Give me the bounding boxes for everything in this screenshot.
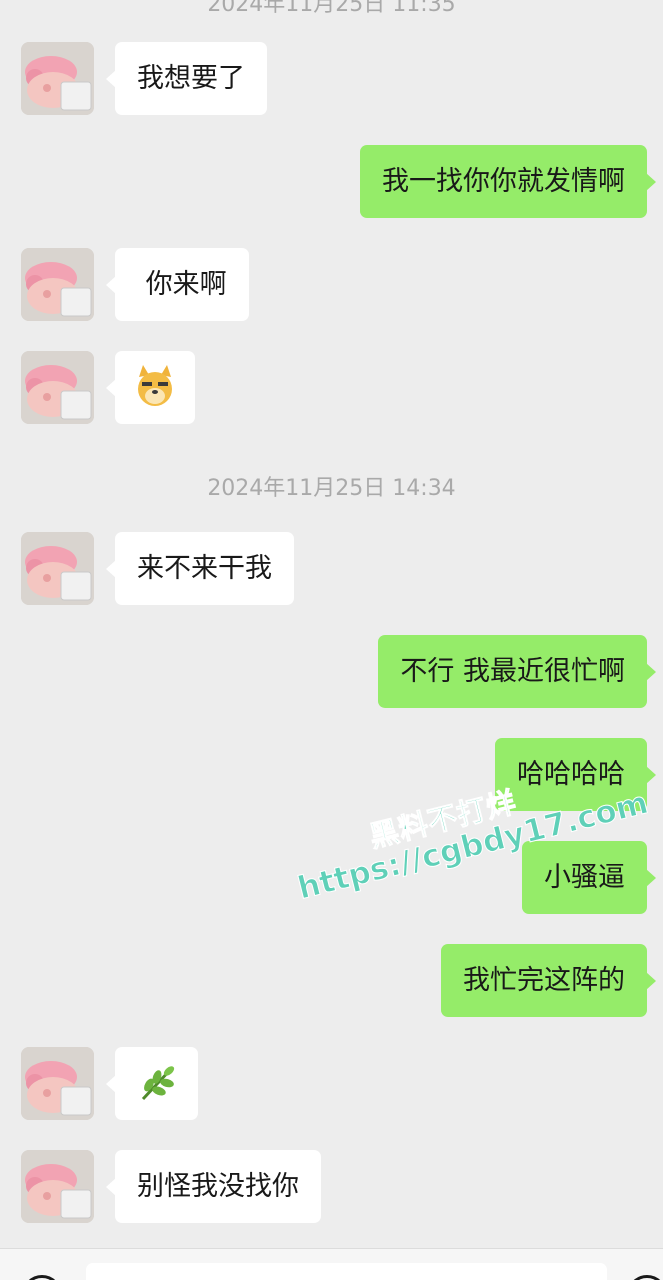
avatar[interactable] xyxy=(21,1150,94,1223)
avatar[interactable] xyxy=(21,532,94,605)
message-bubble[interactable]: 我一找你你就发情啊 xyxy=(360,145,656,218)
chat-area[interactable]: 2024年11月25日 11:35 我想要了 我一找你你就发情啊 你来啊 202… xyxy=(0,0,663,1248)
message-bubble[interactable]: 别怪我没找你 xyxy=(106,1150,321,1223)
message-bubble[interactable]: 我想要了 xyxy=(106,42,267,115)
message-bubble[interactable]: 我忙完这阵的 xyxy=(441,944,656,1017)
add-icon[interactable] xyxy=(627,1275,663,1280)
message-bubble[interactable]: 来不来干我 xyxy=(106,532,294,605)
message-bubble[interactable]: 你来啊 xyxy=(106,248,249,321)
avatar[interactable] xyxy=(21,351,94,424)
message-bubble[interactable]: 不行 我最近很忙啊 xyxy=(378,635,656,708)
message-bubble[interactable] xyxy=(106,1047,198,1120)
message-input[interactable] xyxy=(86,1263,607,1280)
herb-emoji-icon xyxy=(141,1066,175,1101)
message-bubble[interactable]: 小骚逼 xyxy=(522,841,656,914)
avatar[interactable] xyxy=(21,42,94,115)
avatar[interactable] xyxy=(21,1047,94,1120)
voice-icon[interactable] xyxy=(22,1275,62,1280)
input-bar xyxy=(0,1248,663,1280)
doge-emoji-icon xyxy=(138,365,172,406)
avatar[interactable] xyxy=(21,248,94,321)
timestamp: 2024年11月25日 14:34 xyxy=(207,476,456,501)
timestamp-top: 2024年11月25日 11:35 xyxy=(207,0,456,17)
message-bubble[interactable]: 哈哈哈哈 xyxy=(495,738,656,811)
message-bubble[interactable] xyxy=(106,351,195,424)
